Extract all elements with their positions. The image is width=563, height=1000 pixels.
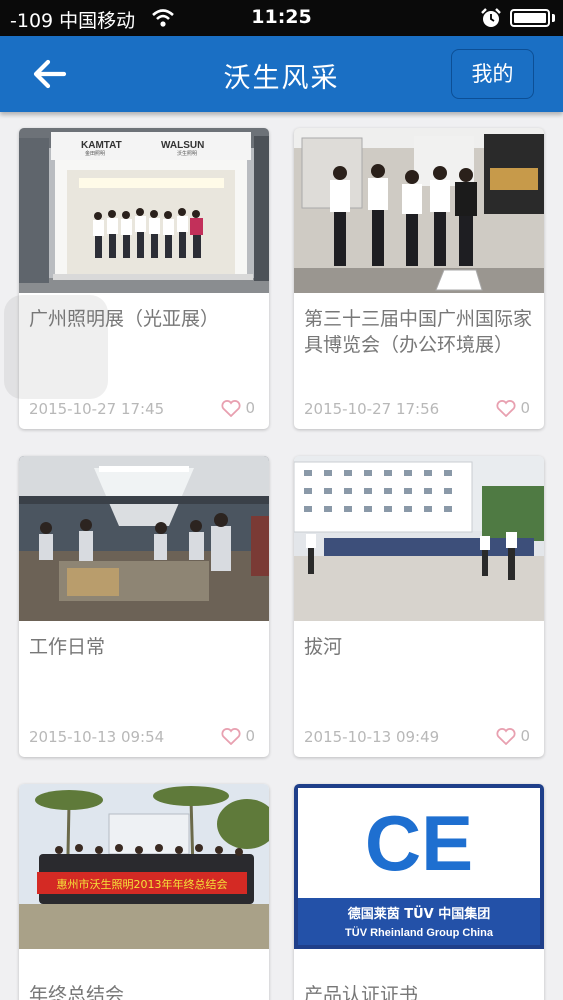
- post-photo: [294, 128, 544, 293]
- post-photo: CE 德国莱茵 TÜV 中国集团 TÜV Rheinland Group Chi…: [294, 784, 544, 949]
- mine-button[interactable]: 我的: [451, 49, 534, 99]
- post-card[interactable]: 工作日常 2015-10-13 09:54 0: [19, 456, 269, 757]
- nav-bar: 沃生风采 我的: [0, 36, 563, 112]
- like-count-value: 0: [520, 727, 530, 745]
- tuv-cn-label: 德国莱茵 TÜV 中国集团: [348, 906, 491, 922]
- booth-brand-walsun-cn: 沃生照明: [177, 150, 197, 157]
- post-card[interactable]: CE 德国莱茵 TÜV 中国集团 TÜV Rheinland Group Chi…: [294, 784, 544, 1000]
- post-photo: [294, 456, 544, 621]
- banner-text: 惠州市沃生照明2013年年终总结会: [57, 877, 228, 891]
- like-count[interactable]: 0: [490, 398, 530, 418]
- post-title: 产品认证证书: [304, 984, 419, 1000]
- booth-brand-walsun: WALSUN: [161, 140, 204, 151]
- post-date: 2015-10-27 17:56: [304, 400, 440, 418]
- heart-icon[interactable]: [496, 728, 516, 745]
- like-count-value: 0: [520, 399, 530, 417]
- like-count-value: 0: [245, 399, 255, 417]
- post-photo: KAMTAT 金田照明 WALSUN 沃生照明: [19, 128, 269, 293]
- post-date: 2015-10-13 09:54: [29, 728, 165, 746]
- battery-icon: [510, 9, 550, 27]
- post-title: 工作日常: [29, 636, 106, 658]
- booth-brand-kamtat: KAMTAT: [81, 140, 122, 151]
- post-card[interactable]: 第三十三届中国广州国际家具博览会（办公环境展） 2015-10-27 17:56…: [294, 128, 544, 429]
- ce-mark: CE: [365, 799, 473, 887]
- tuv-en-label: TÜV Rheinland Group China: [345, 926, 494, 939]
- post-date: 2015-10-13 09:49: [304, 728, 440, 746]
- alarm-icon: [481, 8, 501, 27]
- post-date: 2015-10-27 17:45: [29, 400, 165, 418]
- post-title: 年终总结会: [29, 984, 125, 1000]
- post-photo: 惠州市沃生照明2013年年终总结会: [19, 784, 269, 949]
- post-title: 拔河: [304, 636, 343, 658]
- clock: 11:25: [251, 6, 312, 28]
- heart-icon[interactable]: [221, 400, 241, 417]
- status-bar: -109 中国移动 11:25: [0, 0, 563, 36]
- booth-brand-kamtat-cn: 金田照明: [85, 150, 105, 157]
- post-card[interactable]: 拔河 2015-10-13 09:49 0: [294, 456, 544, 757]
- like-count-value: 0: [245, 727, 255, 745]
- battery-tip: [552, 14, 555, 22]
- post-card[interactable]: 惠州市沃生照明2013年年终总结会 年终总结会: [19, 784, 269, 1000]
- assistive-touch-overlay[interactable]: [4, 295, 108, 399]
- heart-icon[interactable]: [496, 400, 516, 417]
- post-photo: [19, 456, 269, 621]
- post-title: 第三十三届中国广州国际家具博览会（办公环境展）: [304, 308, 533, 356]
- like-count[interactable]: 0: [215, 726, 255, 746]
- heart-icon[interactable]: [221, 728, 241, 745]
- like-count[interactable]: 0: [490, 726, 530, 746]
- like-count[interactable]: 0: [215, 398, 255, 418]
